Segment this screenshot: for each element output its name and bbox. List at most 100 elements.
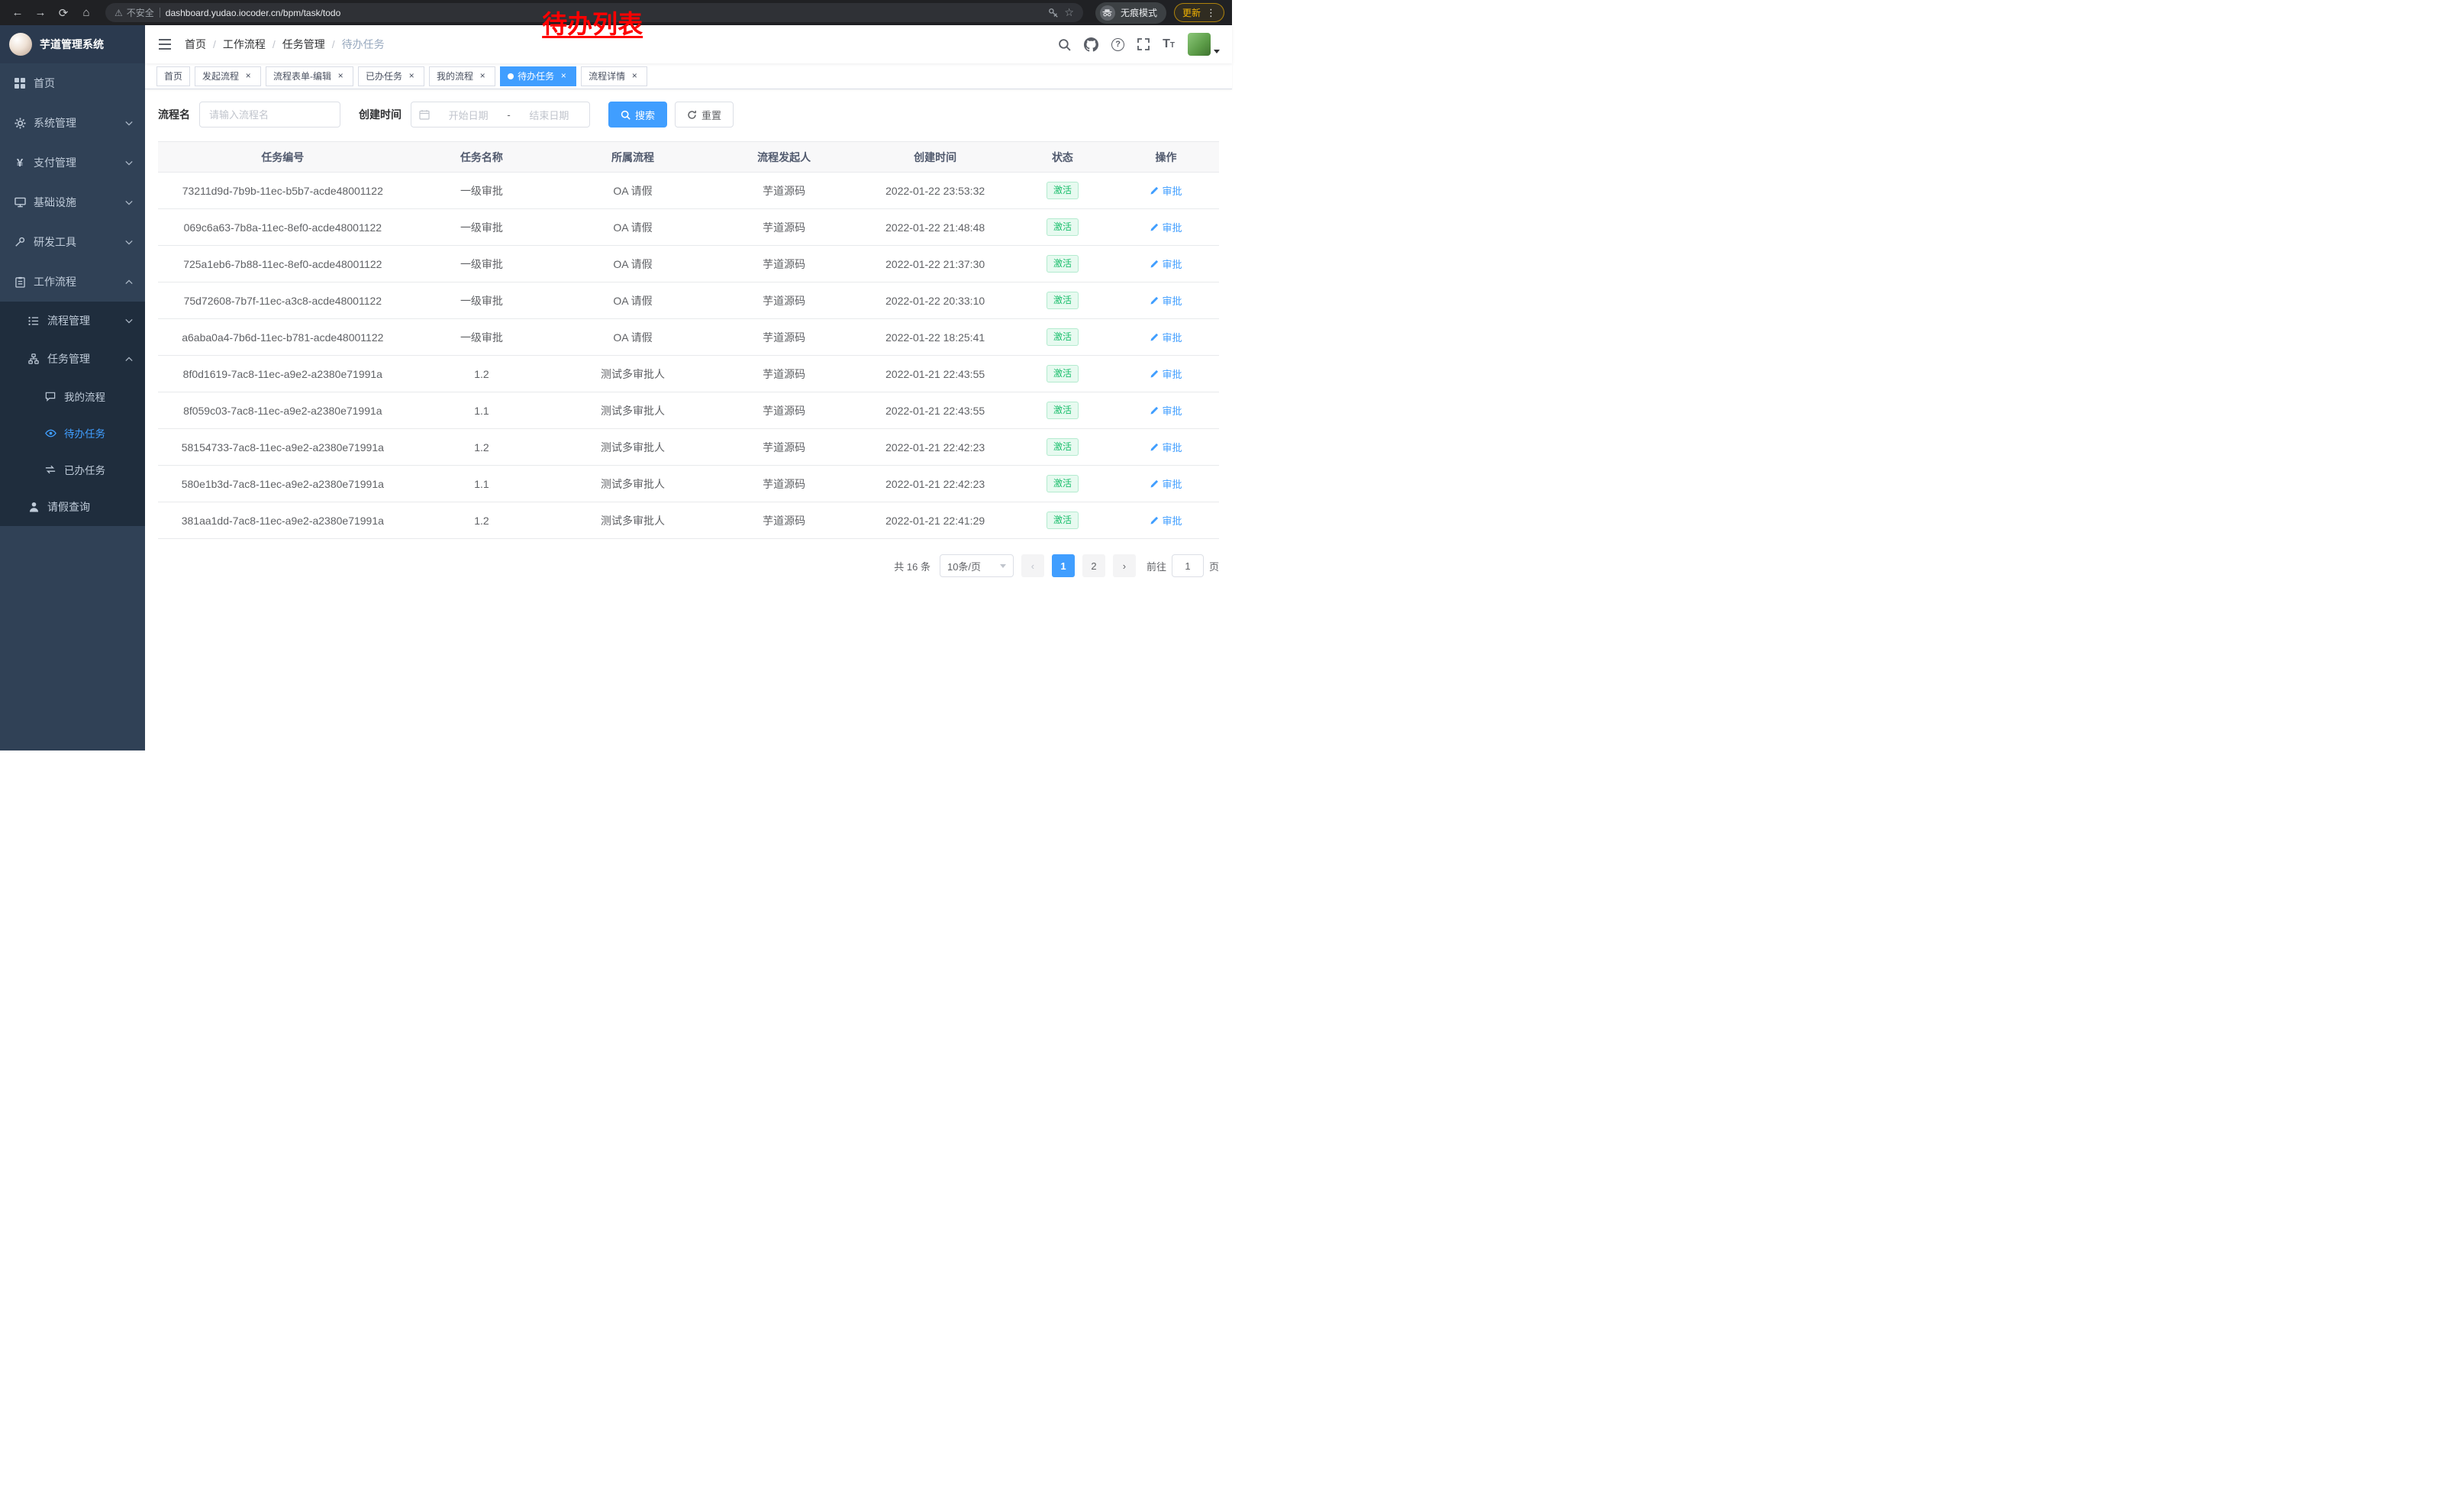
browser-update-button[interactable]: 更新 ⋮	[1174, 3, 1224, 22]
chevron-up-icon	[125, 279, 133, 285]
pen-icon	[1150, 296, 1159, 305]
approve-link[interactable]: 审批	[1150, 220, 1182, 234]
bookmark-star-icon[interactable]: ☆	[1064, 6, 1074, 19]
reset-button[interactable]: 重置	[675, 102, 734, 128]
pagination: 共 16 条 10条/页 ‹ 1 2 › 前往 页	[158, 554, 1219, 592]
approve-link[interactable]: 审批	[1150, 293, 1182, 308]
approve-link[interactable]: 审批	[1150, 257, 1182, 271]
sidebar-item-todo-tasks[interactable]: 待办任务	[0, 415, 145, 451]
breadcrumb-workflow[interactable]: 工作流程	[223, 37, 266, 52]
tab-todo-tasks[interactable]: 待办任务 ×	[500, 66, 576, 86]
chevron-up-icon	[125, 357, 133, 362]
date-range-picker[interactable]: 开始日期 - 结束日期	[411, 102, 590, 128]
tab-close-icon[interactable]: ×	[243, 71, 253, 82]
approve-link[interactable]: 审批	[1150, 440, 1182, 454]
eye-icon	[44, 427, 56, 439]
cell-action: 审批	[1113, 319, 1219, 356]
sidebar-item-done-tasks[interactable]: 已办任务	[0, 451, 145, 488]
tab-close-icon[interactable]: ×	[335, 71, 346, 82]
sidebar-item-label: 工作流程	[34, 274, 118, 289]
cell-status: 激活	[1012, 502, 1113, 539]
page-size-value: 10条/页	[947, 559, 981, 573]
search-button[interactable]: 搜索	[608, 102, 667, 128]
tab-label: 已办任务	[366, 69, 402, 82]
sidebar-item-process-mgmt[interactable]: 流程管理	[0, 302, 145, 340]
tab-form-edit[interactable]: 流程表单-编辑 ×	[266, 66, 353, 86]
approve-link[interactable]: 审批	[1150, 366, 1182, 381]
tab-done-tasks[interactable]: 已办任务 ×	[358, 66, 424, 86]
caret-down-icon	[1214, 50, 1220, 53]
breadcrumb-separator: /	[213, 38, 216, 50]
approve-link-label: 审批	[1162, 440, 1182, 454]
github-icon[interactable]	[1084, 37, 1098, 52]
approve-link-label: 审批	[1162, 403, 1182, 418]
approve-link-label: 审批	[1162, 476, 1182, 491]
table-row: a6aba0a4-7b6d-11ec-b781-acde48001122 一级审…	[158, 319, 1219, 356]
cell-task-name: 一级审批	[408, 282, 556, 319]
goto-page-input[interactable]	[1172, 554, 1204, 577]
cell-action: 审批	[1113, 429, 1219, 466]
sidebar-item-payment-mgmt[interactable]: ¥ 支付管理	[0, 143, 145, 182]
fullscreen-icon[interactable]	[1137, 38, 1150, 50]
breadcrumb-separator: /	[273, 38, 276, 50]
sidebar-item-system-mgmt[interactable]: 系统管理	[0, 103, 145, 143]
sidebar-collapse-icon[interactable]	[157, 37, 173, 52]
tab-start-process[interactable]: 发起流程 ×	[195, 66, 261, 86]
create-time-label: 创建时间	[359, 107, 402, 122]
pen-icon	[1150, 223, 1159, 232]
tab-my-processes[interactable]: 我的流程 ×	[429, 66, 495, 86]
sidebar-item-workflow[interactable]: 工作流程	[0, 262, 145, 302]
breadcrumb-task-mgmt[interactable]: 任务管理	[282, 37, 325, 52]
sidebar-item-label: 任务管理	[47, 351, 118, 366]
sidebar-item-task-mgmt[interactable]: 任务管理	[0, 340, 145, 378]
approve-link-label: 审批	[1162, 183, 1182, 198]
tab-close-icon[interactable]: ×	[629, 71, 640, 82]
app-logo[interactable]: 芋道管理系统	[0, 25, 145, 63]
next-page-button[interactable]: ›	[1113, 554, 1136, 577]
cell-process: 测试多审批人	[556, 356, 710, 392]
browser-reload-button[interactable]: ⟳	[53, 3, 73, 23]
security-status[interactable]: ⚠ 不安全	[114, 6, 154, 19]
approve-link[interactable]: 审批	[1150, 476, 1182, 491]
app-title: 芋道管理系统	[40, 37, 104, 52]
status-badge: 激活	[1047, 218, 1079, 235]
help-icon[interactable]: ?	[1111, 38, 1124, 51]
column-header-status: 状态	[1012, 142, 1113, 173]
font-size-icon[interactable]: TT	[1163, 38, 1175, 50]
tab-process-detail[interactable]: 流程详情 ×	[581, 66, 647, 86]
search-icon[interactable]	[1058, 38, 1071, 51]
approve-link[interactable]: 审批	[1150, 330, 1182, 344]
chevron-down-icon	[1000, 564, 1006, 568]
address-bar[interactable]: ⚠ 不安全 dashboard.yudao.iocoder.cn/bpm/tas…	[105, 3, 1083, 22]
tab-close-icon[interactable]: ×	[558, 71, 569, 82]
user-avatar-menu[interactable]	[1188, 33, 1220, 56]
cell-process: OA 请假	[556, 319, 710, 356]
browser-home-button[interactable]: ⌂	[76, 3, 96, 23]
password-key-icon[interactable]	[1048, 8, 1059, 18]
cell-initiator: 芋道源码	[710, 282, 859, 319]
breadcrumb-home[interactable]: 首页	[185, 37, 206, 52]
page-button-2[interactable]: 2	[1082, 554, 1105, 577]
prev-page-button[interactable]: ‹	[1021, 554, 1044, 577]
tab-label: 我的流程	[437, 69, 473, 82]
page-button-1[interactable]: 1	[1052, 554, 1075, 577]
approve-link[interactable]: 审批	[1150, 403, 1182, 418]
approve-link[interactable]: 审批	[1150, 183, 1182, 198]
sidebar-item-infrastructure[interactable]: 基础设施	[0, 182, 145, 222]
incognito-profile-chip[interactable]: 无痕模式	[1095, 2, 1166, 24]
tab-close-icon[interactable]: ×	[477, 71, 488, 82]
sidebar-item-label: 首页	[34, 76, 133, 91]
page-size-select[interactable]: 10条/页	[940, 554, 1014, 577]
browser-forward-button[interactable]: →	[31, 3, 50, 23]
process-name-input[interactable]	[199, 102, 340, 128]
approve-link[interactable]: 审批	[1150, 513, 1182, 528]
sidebar-item-home[interactable]: 首页	[0, 63, 145, 103]
sidebar-item-my-processes[interactable]: 我的流程	[0, 378, 145, 415]
sidebar-item-dev-tools[interactable]: 研发工具	[0, 222, 145, 262]
sidebar-item-leave-query[interactable]: 请假查询	[0, 488, 145, 526]
tab-home[interactable]: 首页	[156, 66, 190, 86]
browser-back-button[interactable]: ←	[8, 3, 27, 23]
breadcrumb: 首页 / 工作流程 / 任务管理 / 待办任务	[185, 37, 385, 52]
tab-close-icon[interactable]: ×	[406, 71, 417, 82]
browser-menu-icon[interactable]: ⋮	[1206, 7, 1216, 19]
